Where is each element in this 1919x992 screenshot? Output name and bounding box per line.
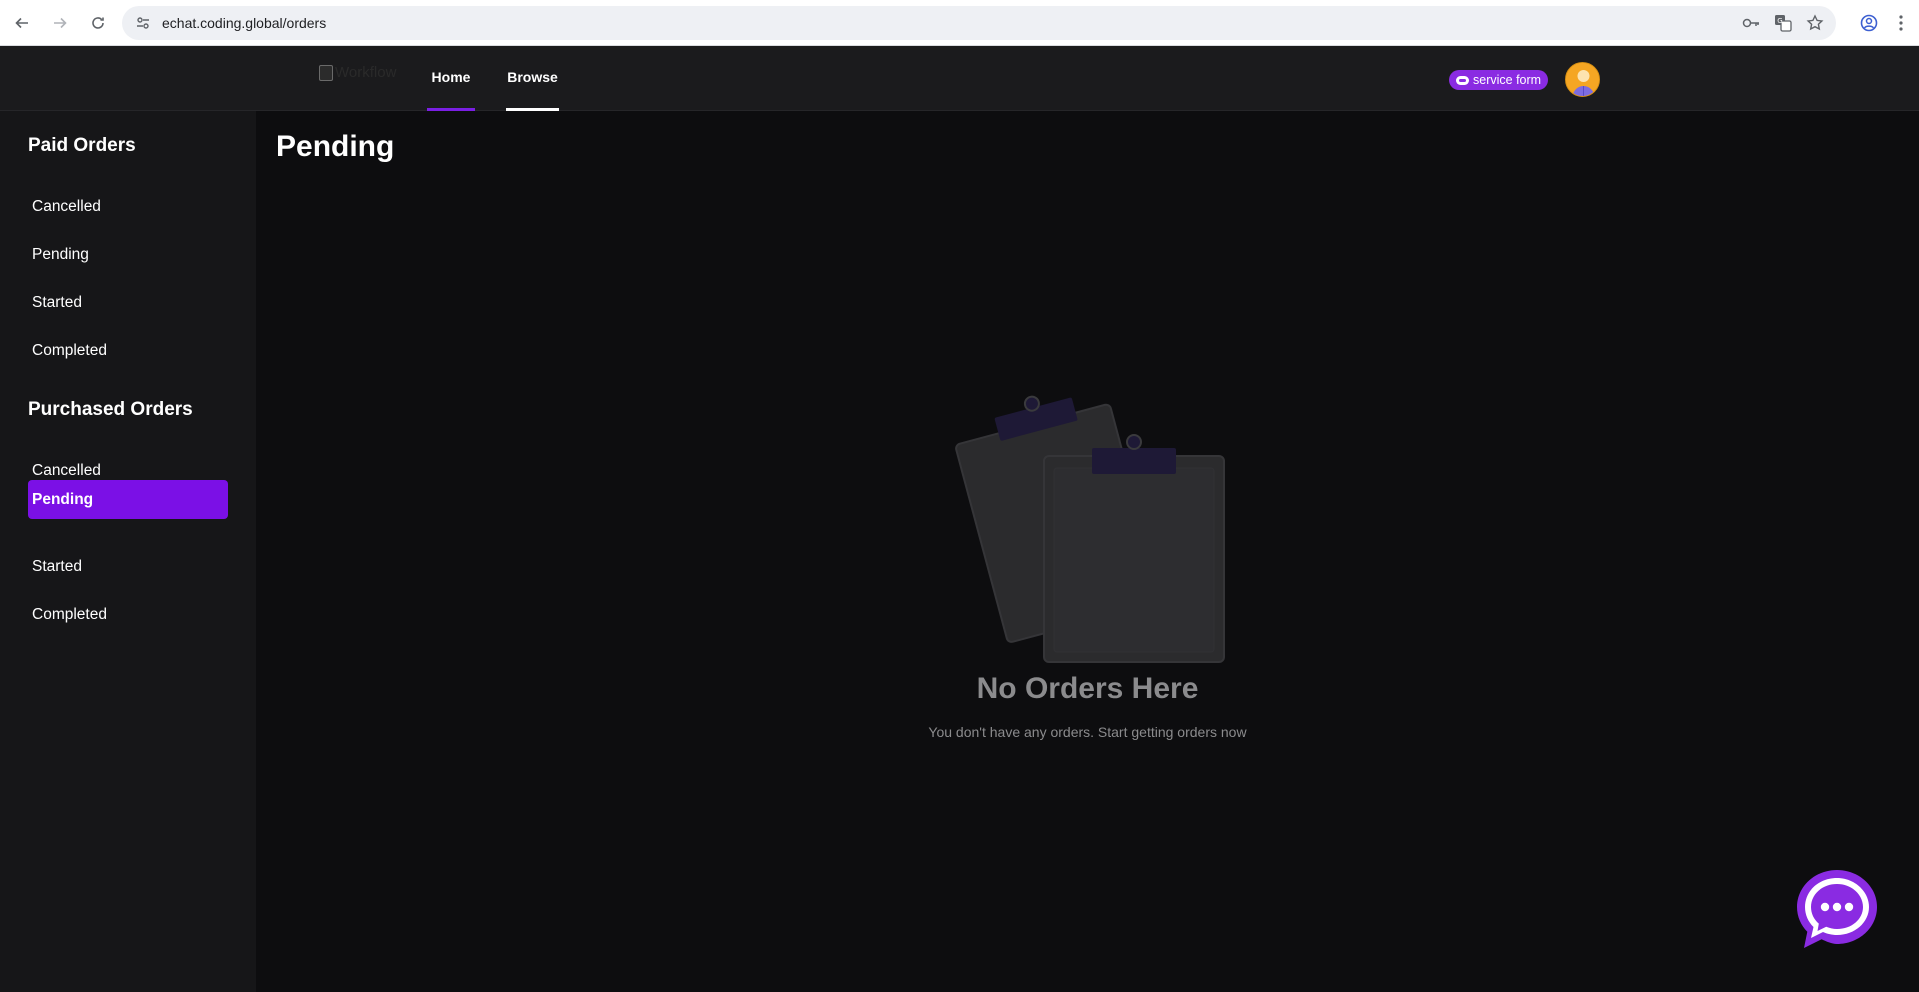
logo[interactable]: Workflow (319, 64, 396, 81)
sidebar-item-paid-started[interactable]: Started (28, 283, 228, 322)
reload-icon (92, 16, 104, 29)
sidebar-item-purchased-completed[interactable]: Completed (28, 595, 228, 634)
sidebar-item-purchased-pending[interactable]: Pending (28, 480, 228, 519)
svg-text:G: G (1777, 17, 1782, 25)
paid-orders-heading: Paid Orders (28, 135, 136, 156)
sidebar: Paid Orders Cancelled Pending Started Co… (0, 111, 256, 992)
sidebar-item-purchased-started[interactable]: Started (28, 547, 228, 586)
broken-image-icon (319, 64, 333, 81)
forward-button[interactable] (44, 7, 76, 39)
nav-home[interactable]: Home (427, 46, 475, 111)
profile-icon[interactable] (1859, 13, 1879, 33)
nav-browse[interactable]: Browse (506, 46, 559, 111)
sidebar-item-paid-cancelled[interactable]: Cancelled (28, 187, 228, 226)
empty-state-subtitle: You don't have any orders. Start getting… (928, 724, 1247, 740)
url-text[interactable]: echat.coding.global/orders (162, 15, 326, 31)
menu-kebab-icon[interactable] (1891, 13, 1911, 33)
page-title: Pending (276, 130, 395, 163)
bookmark-star-icon[interactable] (1806, 14, 1824, 32)
address-bar[interactable]: echat.coding.global/orders G (122, 6, 1836, 40)
site-info-icon[interactable] (126, 6, 160, 40)
sidebar-item-paid-completed[interactable]: Completed (28, 331, 228, 370)
browser-toolbar: echat.coding.global/orders G (0, 0, 1919, 46)
purchased-orders-heading: Purchased Orders (28, 399, 193, 420)
reload-button[interactable] (82, 7, 114, 39)
back-arrow-icon (15, 17, 28, 28)
clipboard-illustration-icon (955, 395, 1225, 663)
translate-icon[interactable]: G (1774, 14, 1792, 32)
chat-bubble-icon[interactable] (1795, 868, 1879, 952)
sidebar-item-paid-pending[interactable]: Pending (28, 235, 228, 274)
service-form-label: service form (1473, 73, 1542, 87)
forward-arrow-icon (54, 17, 67, 28)
key-icon[interactable] (1742, 14, 1760, 32)
back-button[interactable] (6, 7, 38, 39)
toggle-icon (1456, 75, 1469, 85)
avatar[interactable] (1565, 62, 1600, 97)
logo-alt-text: Workflow (335, 64, 397, 81)
service-form-badge[interactable]: service form (1449, 70, 1549, 90)
app-header: Workflow Home Browse service form (0, 46, 1919, 111)
empty-state-title: No Orders Here (976, 672, 1199, 705)
